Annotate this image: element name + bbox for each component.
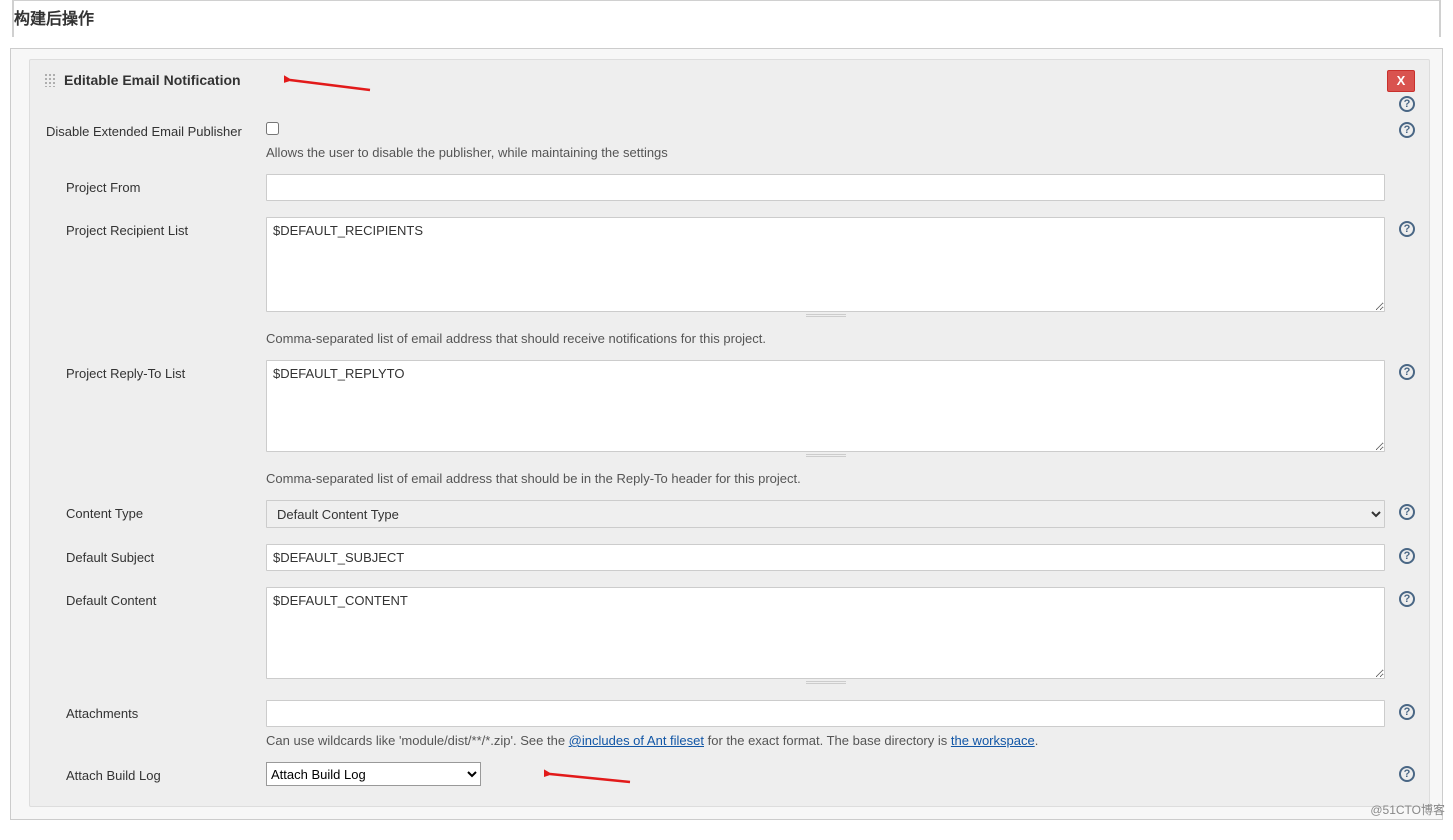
section-header-post-build: 构建后操作	[12, 0, 1441, 37]
help-icon[interactable]: ?	[1399, 364, 1415, 380]
attachments-hint-mid: for the exact format. The base directory…	[704, 733, 951, 748]
watermark: @51CTO博客	[1370, 801, 1445, 818]
help-icon[interactable]: ?	[1399, 548, 1415, 564]
help-icon[interactable]: ?	[1399, 96, 1415, 112]
help-icon[interactable]: ?	[1399, 704, 1415, 720]
content-type-select[interactable]: Default Content Type	[266, 500, 1385, 528]
disable-publisher-checkbox[interactable]	[266, 122, 279, 135]
delete-publisher-button[interactable]: X	[1387, 70, 1415, 92]
default-content-textarea[interactable]: $DEFAULT_CONTENT	[266, 587, 1385, 679]
attachments-input[interactable]	[266, 700, 1385, 727]
recipient-list-hint: Comma-separated list of email address th…	[266, 331, 1385, 346]
attachments-label: Attachments	[44, 700, 266, 721]
publisher-title: Editable Email Notification	[64, 72, 241, 88]
replyto-list-textarea[interactable]: $DEFAULT_REPLYTO	[266, 360, 1385, 452]
default-subject-label: Default Subject	[44, 544, 266, 565]
help-icon[interactable]: ?	[1399, 504, 1415, 520]
drag-handle-icon[interactable]	[44, 73, 56, 87]
post-build-actions-panel: Editable Email Notification X	[10, 48, 1443, 820]
resize-handle-icon[interactable]	[806, 680, 846, 686]
resize-handle-icon[interactable]	[806, 313, 846, 319]
recipient-list-textarea[interactable]: $DEFAULT_RECIPIENTS	[266, 217, 1385, 312]
ant-fileset-link[interactable]: @includes of Ant fileset	[569, 733, 704, 748]
attachments-hint-post: .	[1035, 733, 1039, 748]
editable-email-notification-block: Editable Email Notification X	[29, 59, 1430, 807]
replyto-list-hint: Comma-separated list of email address th…	[266, 471, 1385, 486]
attachments-hint-pre: Can use wildcards like 'module/dist/**/*…	[266, 733, 569, 748]
default-subject-input[interactable]	[266, 544, 1385, 571]
replyto-list-label: Project Reply-To List	[44, 360, 266, 381]
attachments-hint: Can use wildcards like 'module/dist/**/*…	[266, 733, 1385, 748]
disable-publisher-label: Disable Extended Email Publisher	[44, 118, 266, 139]
workspace-link[interactable]: the workspace	[951, 733, 1035, 748]
project-from-label: Project From	[44, 174, 266, 195]
default-content-label: Default Content	[44, 587, 266, 608]
attach-build-log-label: Attach Build Log	[44, 762, 266, 783]
help-icon[interactable]: ?	[1399, 221, 1415, 237]
disable-publisher-hint: Allows the user to disable the publisher…	[266, 145, 1385, 160]
help-icon[interactable]: ?	[1399, 591, 1415, 607]
attach-build-log-select[interactable]: Attach Build Log	[266, 762, 481, 786]
help-icon[interactable]: ?	[1399, 766, 1415, 782]
resize-handle-icon[interactable]	[806, 453, 846, 459]
help-icon[interactable]: ?	[1399, 122, 1415, 138]
project-from-input[interactable]	[266, 174, 1385, 201]
content-type-label: Content Type	[44, 500, 266, 521]
recipient-list-label: Project Recipient List	[44, 217, 266, 238]
